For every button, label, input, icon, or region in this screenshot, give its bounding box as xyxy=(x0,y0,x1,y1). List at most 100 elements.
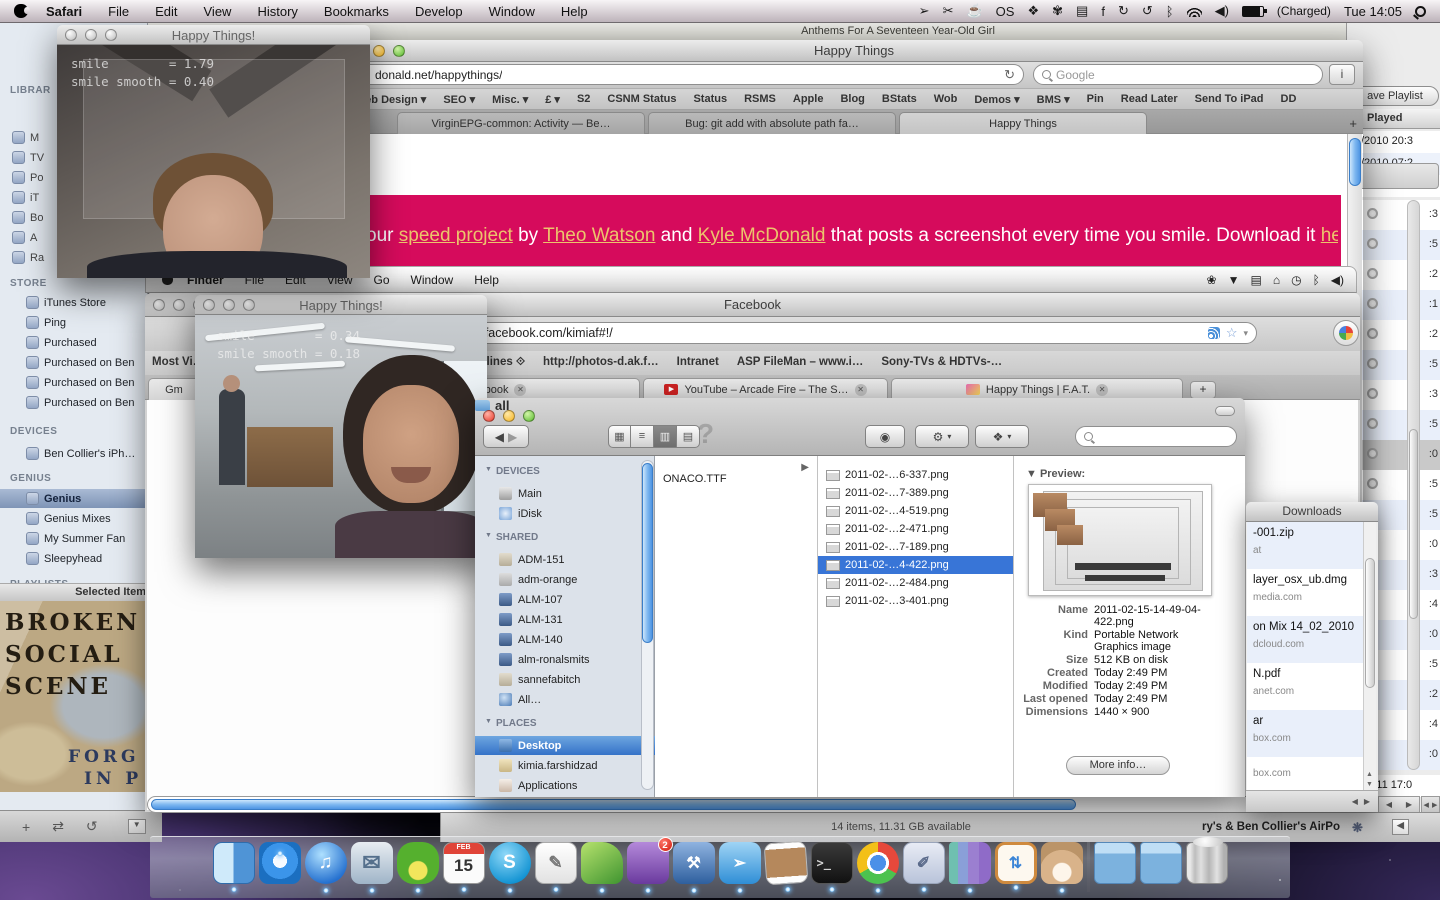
quick-look-button[interactable]: ◉ xyxy=(865,425,905,448)
album-art[interactable]: BROKEN SOCIAL SCENE FORG IN P xyxy=(0,601,148,792)
preview-header[interactable]: ▼ Preview: xyxy=(1026,468,1085,480)
bookmark-item[interactable]: Wob xyxy=(934,93,958,105)
menu-file[interactable]: File xyxy=(108,4,129,19)
menu-safari[interactable]: Safari xyxy=(46,4,82,19)
bookmark-item[interactable]: BMS ▾ xyxy=(1037,93,1070,106)
zoom-button[interactable] xyxy=(523,410,535,422)
bookmark-item[interactable]: SEO ▾ xyxy=(443,93,475,106)
tab-youtube[interactable]: ▶ YouTube – Arcade Fire – The S…✕ xyxy=(643,378,888,400)
sidebar-item[interactable]: Desktop xyxy=(475,736,655,755)
itunes-track-row[interactable]: :0 xyxy=(1359,440,1440,470)
file-item[interactable]: 2011-02-…7-389.png xyxy=(818,484,1013,502)
downloads-scrollbar-thumb[interactable] xyxy=(1365,558,1375,688)
firefox-address-bar[interactable]: ww.facebook.com/kimiaf#!/ ☆ ▾ xyxy=(455,322,1257,344)
tab-bug-git[interactable]: Bug: git add with absolute path fa… xyxy=(648,112,896,134)
menu-history[interactable]: History xyxy=(257,4,297,19)
itunes-store-item[interactable]: iTunes Store xyxy=(0,293,148,312)
menu-extra-icon-house[interactable]: ⌂ xyxy=(1273,273,1280,287)
dock-icon-terminal[interactable]: >_ xyxy=(811,842,853,884)
menu-extra-icon-coffee[interactable]: ☕ xyxy=(966,3,982,19)
search-field[interactable]: Google xyxy=(1033,64,1323,85)
download-item-ar[interactable]: arbox.com xyxy=(1247,710,1363,757)
dock-icon-separator[interactable] xyxy=(1087,842,1090,892)
menu-extra-icon-bluetooth[interactable]: ᛒ xyxy=(1313,273,1320,287)
itunes-store-item[interactable]: Purchased xyxy=(0,333,148,352)
new-tab-button[interactable]: + xyxy=(1349,116,1357,131)
address-bar[interactable]: donald.net/happythings/ ↻ xyxy=(352,64,1024,85)
finder-titlebar[interactable]: all ◀▶ ▦≡▥▤ ? ◉ ⚙▾ ❖▾ xyxy=(475,398,1245,456)
bookmark-item[interactable]: Blog xyxy=(840,93,864,105)
sidebar-item[interactable]: adm-orange xyxy=(475,570,655,589)
dock-icon-safari[interactable] xyxy=(259,842,301,884)
sidebar-item[interactable]: kimia.farshidzad xyxy=(475,756,655,775)
bookmark-item[interactable]: http://photos-d.ak.f… xyxy=(543,356,659,369)
tab-gmail-partial[interactable]: Gm xyxy=(148,378,200,400)
menu-develop[interactable]: Develop xyxy=(415,4,463,19)
menu-extra-icon-sync[interactable]: ↻ xyxy=(1118,3,1129,19)
itunes-track-row[interactable]: :1 xyxy=(1359,290,1440,320)
finder-search-field[interactable] xyxy=(1075,426,1237,447)
menu-view[interactable]: View xyxy=(204,4,232,19)
volume-icon[interactable]: ◀) xyxy=(1215,3,1229,19)
menu-extra-icon-twitter[interactable]: ➢ xyxy=(919,3,930,19)
reload-icon[interactable]: ↻ xyxy=(1004,67,1015,83)
file-item[interactable]: ONACO.TTF xyxy=(655,470,817,488)
tab-virginepg[interactable]: VirginEPG-common: Activity — Be… xyxy=(397,112,645,134)
dock-icon-scrivener[interactable]: ✐ xyxy=(903,842,945,884)
menu-extra-icon-volume[interactable]: ◀) xyxy=(1331,273,1344,287)
new-tab-button[interactable]: + xyxy=(1190,381,1216,399)
bookmark-star-icon[interactable]: ☆ xyxy=(1226,325,1238,341)
bookmark-item[interactable]: £ ▾ xyxy=(545,93,560,106)
close-button[interactable] xyxy=(483,410,495,422)
menu-extra-icon-clock[interactable]: ◷ xyxy=(1291,273,1301,287)
dock-icon-cat[interactable] xyxy=(1041,842,1083,884)
sidebar-places-header[interactable]: ▼PLACES xyxy=(485,718,537,729)
sidebar-item[interactable]: Main xyxy=(475,484,655,503)
itunes-track-row[interactable]: :5 xyxy=(1359,350,1440,380)
itunes-device-item[interactable]: Ben Collier's iPh… xyxy=(0,444,148,463)
toolbar-toggle-button[interactable] xyxy=(1215,406,1235,416)
close-tab-icon[interactable]: ✕ xyxy=(855,384,867,396)
itunes-track-row[interactable]: :5 xyxy=(1359,410,1440,440)
dock-icon-skype[interactable]: S xyxy=(489,842,531,884)
menu-bookmarks[interactable]: Bookmarks xyxy=(324,4,389,19)
bookmark-item[interactable]: S2 xyxy=(577,93,590,105)
download-item--001.zip[interactable]: -001.zipat xyxy=(1247,522,1363,569)
itunes-genius-item[interactable]: My Summer Fan xyxy=(0,529,148,548)
save-playlist-button[interactable]: ave Playlist xyxy=(1351,86,1439,106)
itunes-track-row[interactable]: :5 xyxy=(1359,470,1440,500)
tab-fat[interactable]: Happy Things | F.A.T.✕ xyxy=(891,378,1183,400)
itunes-track-row[interactable]: :5 xyxy=(1359,230,1440,260)
dropbox-menu-button[interactable]: ❖▾ xyxy=(975,425,1029,448)
dock-icon-photo-booth[interactable] xyxy=(763,841,808,886)
dock-icon-purple-app[interactable]: 2 xyxy=(627,842,669,884)
file-item[interactable]: 2011-02-…4-422.png xyxy=(818,556,1013,574)
close-tab-icon[interactable]: ✕ xyxy=(514,384,526,396)
bookmark-item[interactable]: Read Later xyxy=(1121,93,1178,105)
menu-extra-icon-dropbox[interactable]: ❖ xyxy=(1027,3,1039,19)
itunes-genius-item[interactable]: Genius xyxy=(0,489,148,508)
menu-extra-icon-facebook[interactable]: f xyxy=(1101,4,1105,19)
menu-extra-icon-time-machine[interactable]: ↺ xyxy=(1142,3,1153,19)
dock-icon-ical[interactable]: FEB15 xyxy=(443,842,485,884)
file-item[interactable]: 2011-02-…4-519.png xyxy=(818,502,1013,520)
itunes-track-row[interactable]: :3 xyxy=(1359,380,1440,410)
itunes-genius-item[interactable]: Genius Mixes xyxy=(0,509,148,528)
dock-icon-notebooks[interactable] xyxy=(949,842,991,884)
rss-icon[interactable] xyxy=(1208,327,1220,339)
scroll-up-icon[interactable]: ▲ xyxy=(1366,771,1373,778)
safari-titlebar[interactable]: Happy Things xyxy=(345,40,1363,62)
sidebar-devices-header[interactable]: ▼DEVICES xyxy=(485,466,540,477)
menu-help[interactable]: Help xyxy=(561,4,588,19)
menu-help[interactable]: Help xyxy=(474,273,499,287)
airplay-speakers-label[interactable]: ry's & Ben Collier's AirPo xyxy=(1202,821,1340,833)
scrollbar-arrows-2[interactable]: ◀▶ xyxy=(1421,796,1440,813)
dock-icon-textedit[interactable]: ✎ xyxy=(535,842,577,884)
report-bug-button[interactable]: i xyxy=(1329,64,1355,85)
menu-extra-icon-shield[interactable]: ▼ xyxy=(1228,273,1240,287)
menu-extra-icon-keyboard[interactable]: ▤ xyxy=(1250,273,1261,287)
dock-icon-xcode[interactable]: ⚒ xyxy=(673,842,715,884)
artwork-toggle-button[interactable]: ◀ xyxy=(1392,819,1409,835)
horizontal-scrollbar[interactable] xyxy=(147,796,1375,813)
scrollbar-arrows[interactable]: ◀▶ xyxy=(1378,796,1420,813)
